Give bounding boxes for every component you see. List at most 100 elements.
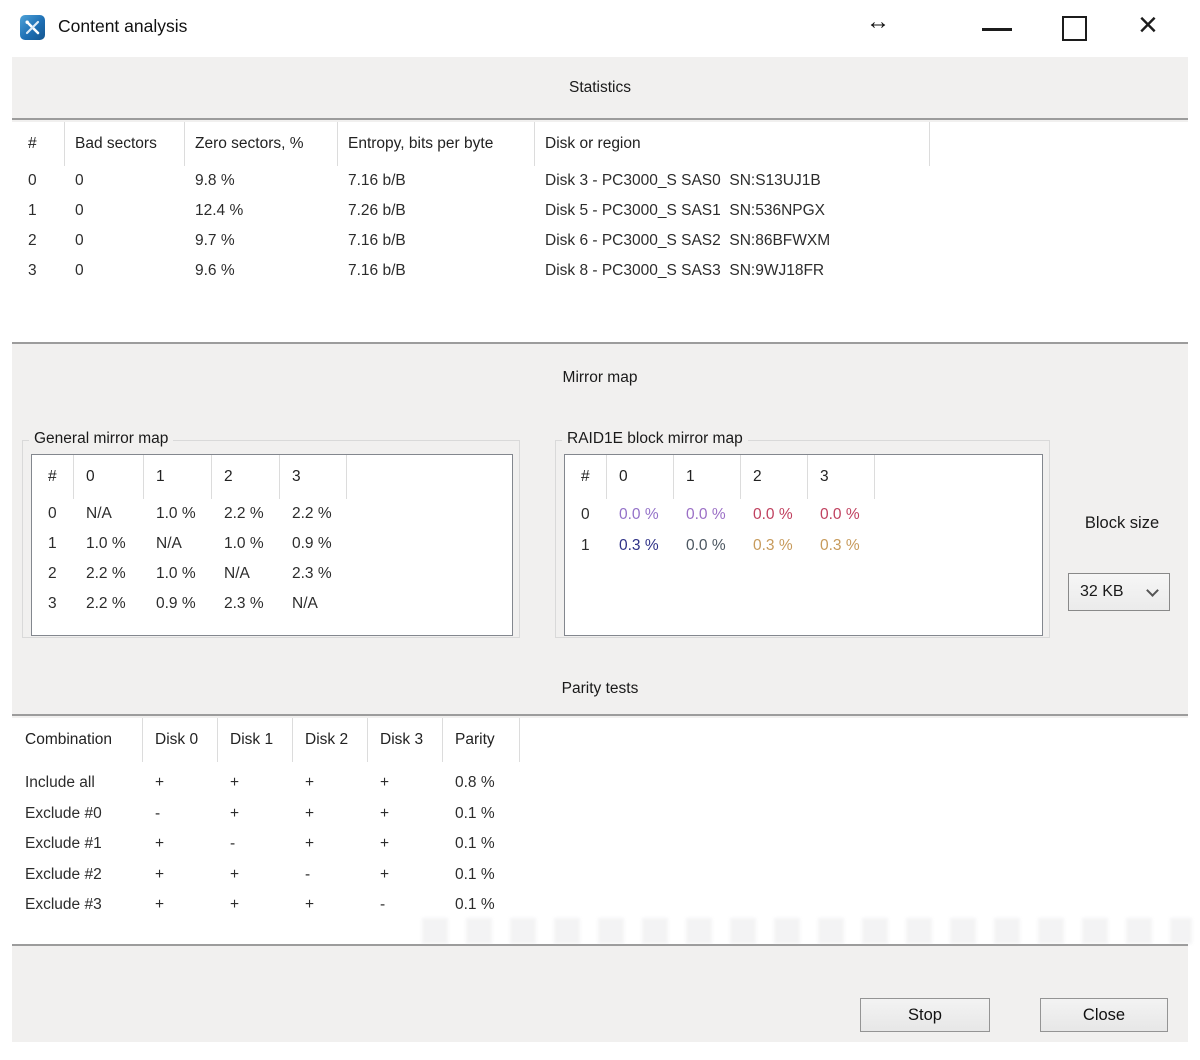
table-row: 209.7 %7.16 b/BDisk 6 - PC3000_S SAS2 SN… xyxy=(12,226,1188,256)
stop-button[interactable]: Stop xyxy=(860,998,990,1032)
parity-table-area: CombinationDisk 0Disk 1Disk 2Disk 3Parit… xyxy=(12,718,1188,946)
table-cell: 0.0 % xyxy=(674,530,741,561)
table-cell: 7.26 b/B xyxy=(338,196,535,226)
table-cell: + xyxy=(218,799,293,830)
window-title: Content analysis xyxy=(58,16,187,37)
table-cell: 0.0 % xyxy=(674,499,741,530)
table-cell: - xyxy=(293,860,368,891)
table-cell: 2.3 % xyxy=(280,559,347,589)
table-header-cell: Disk 0 xyxy=(143,718,218,762)
table-cell: 0.3 % xyxy=(607,530,674,561)
statistics-section-header: Statistics xyxy=(12,57,1188,120)
table-header-cell: 1 xyxy=(144,455,212,499)
table-cell: 2 xyxy=(12,226,65,256)
table-cell: 0.1 % xyxy=(443,860,520,891)
table-cell: Include all xyxy=(12,768,143,799)
app-icon xyxy=(20,15,45,40)
maximize-button[interactable] xyxy=(1062,16,1087,41)
table-row: 32.2 %0.9 %2.3 %N/A xyxy=(32,589,512,619)
table-header-cell: Entropy, bits per byte xyxy=(338,122,535,166)
table-header-cell: 3 xyxy=(808,455,875,499)
table-header-cell: Bad sectors xyxy=(65,122,185,166)
table-cell: 2.2 % xyxy=(74,589,144,619)
table-header-cell: Disk 2 xyxy=(293,718,368,762)
table-cell: + xyxy=(218,768,293,799)
table-cell: Disk 6 - PC3000_S SAS2 SN:86BFWXM xyxy=(535,226,930,256)
table-cell: 2.3 % xyxy=(212,589,280,619)
table-header-cell: Disk or region xyxy=(535,122,930,166)
statistics-title: Statistics xyxy=(569,79,631,96)
table-cell: 0.0 % xyxy=(808,499,875,530)
table-cell: 0.0 % xyxy=(607,499,674,530)
table-header-cell: Combination xyxy=(12,718,143,762)
table-cell: Exclude #1 xyxy=(12,829,143,860)
mirror-map-title: Mirror map xyxy=(563,369,638,386)
chevron-down-icon xyxy=(1146,584,1159,597)
block-size-dropdown[interactable]: 32 KB xyxy=(1068,573,1170,611)
parity-section-header: Parity tests xyxy=(12,666,1188,716)
table-cell: 1.0 % xyxy=(144,499,212,529)
table-cell: N/A xyxy=(74,499,144,529)
table-cell: 12.4 % xyxy=(185,196,338,226)
table-cell: + xyxy=(368,799,443,830)
general-map-rows[interactable]: 0N/A1.0 %2.2 %2.2 %11.0 %N/A1.0 %0.9 %22… xyxy=(32,499,512,619)
block-size-label: Block size xyxy=(1062,514,1182,533)
table-header-cell: Disk 1 xyxy=(218,718,293,762)
table-cell: + xyxy=(143,860,218,891)
table-header-cell: 1 xyxy=(674,455,741,499)
close-button[interactable]: Close xyxy=(1040,998,1168,1032)
statistics-rows[interactable]: 009.8 %7.16 b/BDisk 3 - PC3000_S SAS0 SN… xyxy=(12,166,1188,286)
table-row: 00.0 %0.0 %0.0 %0.0 % xyxy=(565,499,1042,530)
table-cell: 9.7 % xyxy=(185,226,338,256)
table-cell: 0.3 % xyxy=(741,530,808,561)
table-header-cell: 2 xyxy=(212,455,280,499)
table-cell: 0.1 % xyxy=(443,799,520,830)
table-row: 10.3 %0.0 %0.3 %0.3 % xyxy=(565,530,1042,561)
table-cell: 0.3 % xyxy=(808,530,875,561)
table-header-cell: 2 xyxy=(741,455,808,499)
table-cell: Disk 8 - PC3000_S SAS3 SN:9WJ18FR xyxy=(535,256,930,286)
table-cell: 0 xyxy=(32,499,74,529)
table-cell: + xyxy=(368,860,443,891)
footer-bar: Stop Close xyxy=(12,948,1188,1042)
table-row: 22.2 %1.0 %N/A2.3 % xyxy=(32,559,512,589)
table-cell: 7.16 b/B xyxy=(338,256,535,286)
parity-rows[interactable]: Include all++++0.8 %Exclude #0-+++0.1 %E… xyxy=(12,762,1188,921)
raid1e-map-rows[interactable]: 00.0 %0.0 %0.0 %0.0 %10.3 %0.0 %0.3 %0.3… xyxy=(565,499,1042,561)
general-map-header-row: #0123 xyxy=(32,455,512,499)
resize-arrows-icon[interactable]: ↔ xyxy=(866,8,890,36)
table-cell: 1.0 % xyxy=(212,529,280,559)
table-cell: 3 xyxy=(12,256,65,286)
table-cell: + xyxy=(293,799,368,830)
table-cell: 1.0 % xyxy=(144,559,212,589)
table-row: Exclude #2++-+0.1 % xyxy=(12,860,1188,891)
table-row: 1012.4 %7.26 b/BDisk 5 - PC3000_S SAS1 S… xyxy=(12,196,1188,226)
table-cell: 2.2 % xyxy=(212,499,280,529)
table-cell: + xyxy=(368,768,443,799)
minimize-button[interactable] xyxy=(982,28,1012,31)
table-cell: N/A xyxy=(280,589,347,619)
parity-title: Parity tests xyxy=(562,680,639,697)
table-cell: 7.16 b/B xyxy=(338,226,535,256)
close-window-button[interactable]: × xyxy=(1138,5,1158,45)
table-row: 309.6 %7.16 b/BDisk 8 - PC3000_S SAS3 SN… xyxy=(12,256,1188,286)
table-cell: 0.8 % xyxy=(443,768,520,799)
table-header-cell: 0 xyxy=(74,455,144,499)
table-cell: Disk 3 - PC3000_S SAS0 SN:S13UJ1B xyxy=(535,166,930,196)
table-header-cell: Parity xyxy=(443,718,520,762)
table-cell: 0.1 % xyxy=(443,890,520,921)
table-cell: 9.8 % xyxy=(185,166,338,196)
table-cell: Disk 5 - PC3000_S SAS1 SN:536NPGX xyxy=(535,196,930,226)
general-mirror-map-groupbox: General mirror map #0123 0N/A1.0 %2.2 %2… xyxy=(22,440,520,638)
table-cell: + xyxy=(293,890,368,921)
table-cell: + xyxy=(293,829,368,860)
watermark xyxy=(422,918,1192,944)
content-analysis-window: Content analysis ↔ × Statistics #Bad sec… xyxy=(0,0,1200,1060)
raid1e-mirror-map-table: #0123 00.0 %0.0 %0.0 %0.0 %10.3 %0.0 %0.… xyxy=(564,454,1043,636)
table-cell: 0.1 % xyxy=(443,829,520,860)
table-row: 11.0 %N/A1.0 %0.9 % xyxy=(32,529,512,559)
table-cell: + xyxy=(143,768,218,799)
titlebar: Content analysis ↔ × xyxy=(0,0,1200,57)
table-header-cell: Zero sectors, % xyxy=(185,122,338,166)
table-header-cell: Disk 3 xyxy=(368,718,443,762)
